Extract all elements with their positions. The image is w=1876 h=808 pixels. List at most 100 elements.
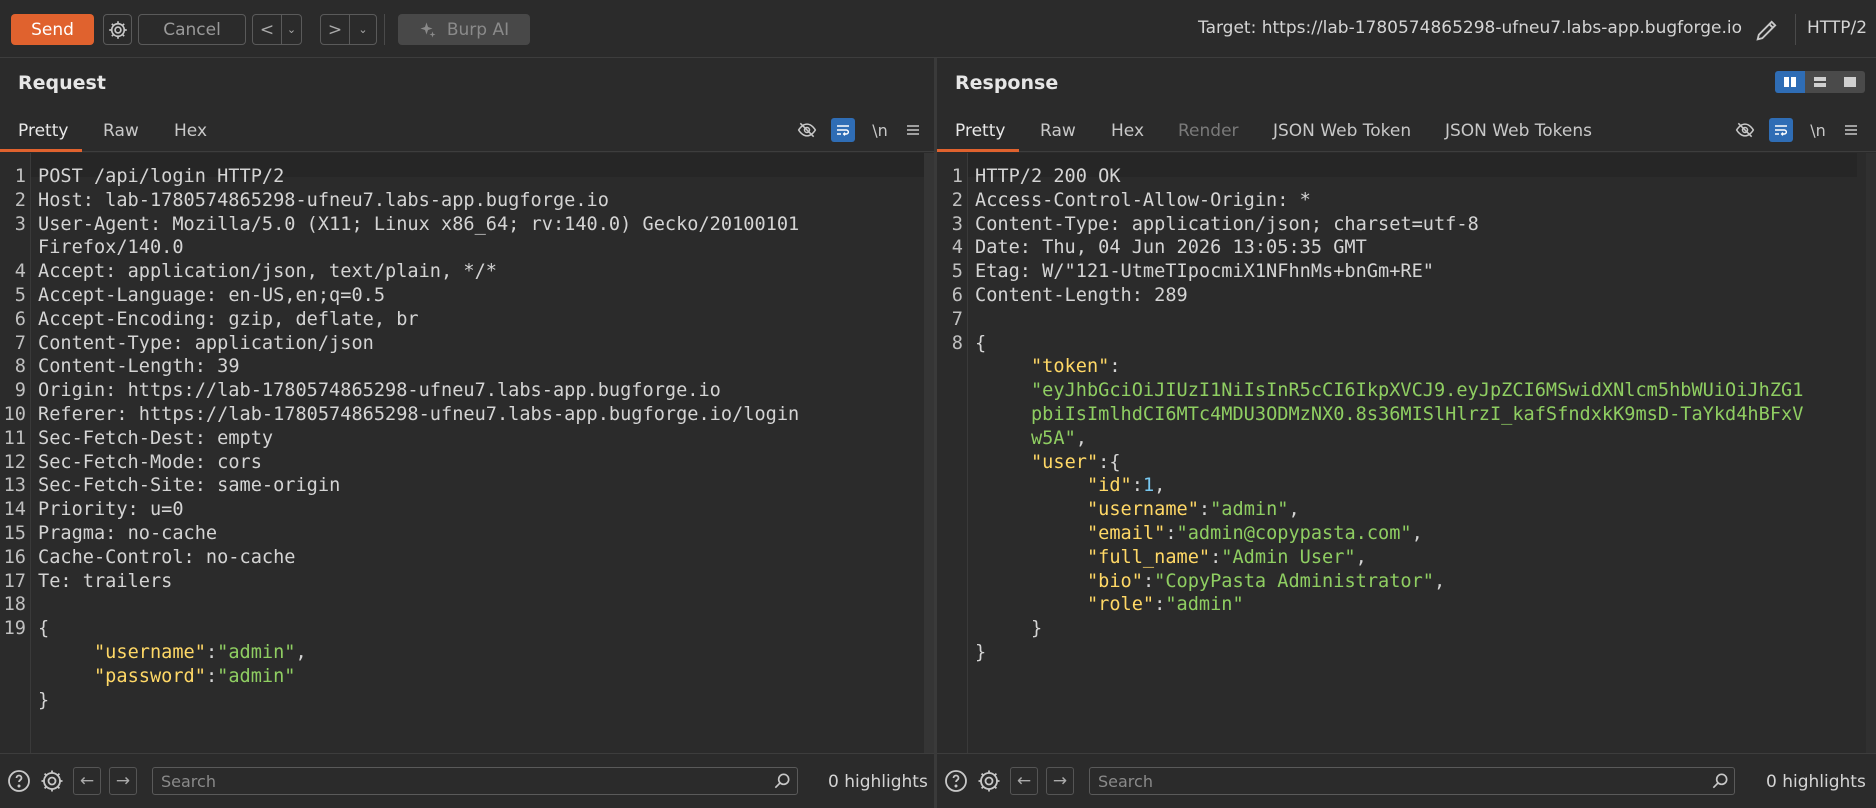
search-icon <box>1712 773 1728 789</box>
protocol-label[interactable]: HTTP/2 <box>1807 18 1867 38</box>
forward-button[interactable]: > <box>320 14 350 45</box>
newline-toggle[interactable]: \n <box>1806 118 1830 142</box>
previous-match-button[interactable]: ← <box>73 767 101 795</box>
back-button[interactable]: < <box>252 14 282 45</box>
code-token: :{ <box>1098 451 1121 473</box>
code-token: 1 <box>1142 475 1155 497</box>
code-token: w5A" <box>1030 427 1076 449</box>
search-input[interactable] <box>1089 767 1735 795</box>
line-number: 11 <box>3 427 26 449</box>
hide-nonprinting-toggle[interactable] <box>1733 118 1757 142</box>
code-token: Etag: <box>975 261 1043 283</box>
word-wrap-toggle[interactable] <box>1769 118 1793 142</box>
line-number: 4 <box>14 261 26 283</box>
tab-json-web-token[interactable]: JSON Web Token <box>1273 121 1411 141</box>
code-token: , <box>1288 499 1300 521</box>
columns-icon <box>1784 77 1796 87</box>
request-tabs: Pretty Raw Hex \n <box>0 108 934 152</box>
line-content: Etag: W/"121-UtmeTIpocmiX1NFhnMs+bnGm+RE… <box>975 260 1434 284</box>
line-number: 15 <box>3 523 26 544</box>
request-editor[interactable]: 1 POST /api/login HTTP/2 2 Host: lab-178057… <box>0 153 934 753</box>
help-button[interactable] <box>943 768 969 794</box>
rows-icon <box>1814 77 1826 87</box>
search-settings-button[interactable] <box>39 768 65 794</box>
line-number: 3 <box>951 213 963 235</box>
burp-ai-button[interactable]: Burp AI <box>398 14 530 45</box>
sparkle-icon <box>420 22 436 37</box>
code-token: : <box>1210 546 1222 568</box>
word-wrap-toggle[interactable] <box>831 118 855 142</box>
line-number: 5 <box>14 285 26 306</box>
code-token: : <box>1109 356 1121 378</box>
tab-hex[interactable]: Hex <box>174 121 207 141</box>
next-match-button[interactable]: → <box>1046 767 1074 795</box>
back-history-dropdown[interactable]: ⌄ <box>281 14 302 45</box>
toolbar-separator <box>384 14 385 45</box>
tab-hex[interactable]: Hex <box>1111 121 1144 141</box>
line-content: Cache-Control: no-cache <box>38 546 295 570</box>
search-input[interactable] <box>152 767 798 795</box>
line-number: 1 <box>951 166 963 187</box>
tab-raw[interactable]: Raw <box>1040 121 1076 141</box>
code-token: , <box>295 642 307 663</box>
code-token: Sec-Fetch-Site: <box>38 475 218 497</box>
line-content: Te: trailers <box>38 570 172 594</box>
line-number: 16 <box>3 546 26 568</box>
previous-match-button[interactable]: ← <box>1010 767 1038 795</box>
code-token: POST /api/login HTTP/2 <box>38 166 285 187</box>
editor-menu-button[interactable] <box>1839 118 1863 142</box>
tab-raw[interactable]: Raw <box>103 121 139 141</box>
code-token: Referer: <box>38 404 139 425</box>
code-token: "password" <box>93 665 206 687</box>
layout-tabs-button[interactable] <box>1835 71 1865 93</box>
send-button[interactable]: Send <box>11 14 94 45</box>
next-match-button[interactable]: → <box>109 767 137 795</box>
line-number: 18 <box>3 594 26 616</box>
code-token: Firefox/140.0 <box>38 237 184 259</box>
newline-toggle[interactable]: \n <box>868 118 892 142</box>
tab-pretty[interactable]: Pretty <box>955 121 1005 141</box>
cancel-button[interactable]: Cancel <box>138 14 246 45</box>
settings-button[interactable] <box>103 14 132 45</box>
code-token: cors <box>217 451 262 473</box>
code-token: Accept: <box>38 261 128 283</box>
line-number: 4 <box>951 237 963 259</box>
line-content: } <box>38 689 49 713</box>
code-token: , <box>1075 427 1087 449</box>
hide-nonprinting-toggle[interactable] <box>795 118 819 142</box>
tab-json-web-tokens[interactable]: JSON Web Tokens <box>1445 121 1592 141</box>
code-token: application/json <box>194 332 374 354</box>
code-token: "role" <box>1086 594 1155 616</box>
code-token: "token" <box>1030 356 1110 378</box>
help-button[interactable] <box>6 768 32 794</box>
tab-pretty[interactable]: Pretty <box>18 121 68 141</box>
chevron-right-icon: > <box>327 19 343 40</box>
editor-menu-button[interactable] <box>901 118 925 142</box>
code-token: 289 <box>1154 285 1188 306</box>
line-number: 2 <box>14 189 26 211</box>
line-content: Content-Length: 289 <box>975 284 1188 308</box>
response-scrollbar[interactable] <box>1866 153 1876 753</box>
request-scrollbar[interactable] <box>924 153 934 753</box>
code-token: "id" <box>1086 475 1132 497</box>
edit-target-button[interactable] <box>1753 16 1781 44</box>
request-title: Request <box>18 72 106 94</box>
code-token: : <box>205 642 218 663</box>
code-token: Access-Control-Allow-Origin: <box>975 189 1300 211</box>
line-number: 6 <box>951 285 963 306</box>
line-content: pbiIsImlhdCI6MTc4MDU3ODMzNX0.8s36MISlHlr… <box>975 403 1803 427</box>
search-settings-button[interactable] <box>976 768 1002 794</box>
forward-history-dropdown[interactable]: ⌄ <box>349 14 377 45</box>
line-content: "password":"admin" <box>38 665 296 689</box>
response-editor[interactable]: 1 HTTP/2 200 OK 2 Access-Control-Allow-Orig… <box>937 153 1876 753</box>
line-number: 14 <box>3 499 26 521</box>
line-content: Accept-Encoding: gzip, deflate, br <box>38 308 419 332</box>
layout-side-by-side-button[interactable] <box>1775 71 1805 93</box>
code-token: Content-Type: <box>975 213 1132 235</box>
code-token: Sec-Fetch-Mode: <box>38 451 218 473</box>
code-token: "Admin User" <box>1221 546 1356 568</box>
layout-stacked-button[interactable] <box>1805 71 1835 93</box>
code-token: Content-Length: <box>38 356 218 378</box>
line-content: Referer: https://lab-1780574865298-ufneu… <box>38 403 799 427</box>
